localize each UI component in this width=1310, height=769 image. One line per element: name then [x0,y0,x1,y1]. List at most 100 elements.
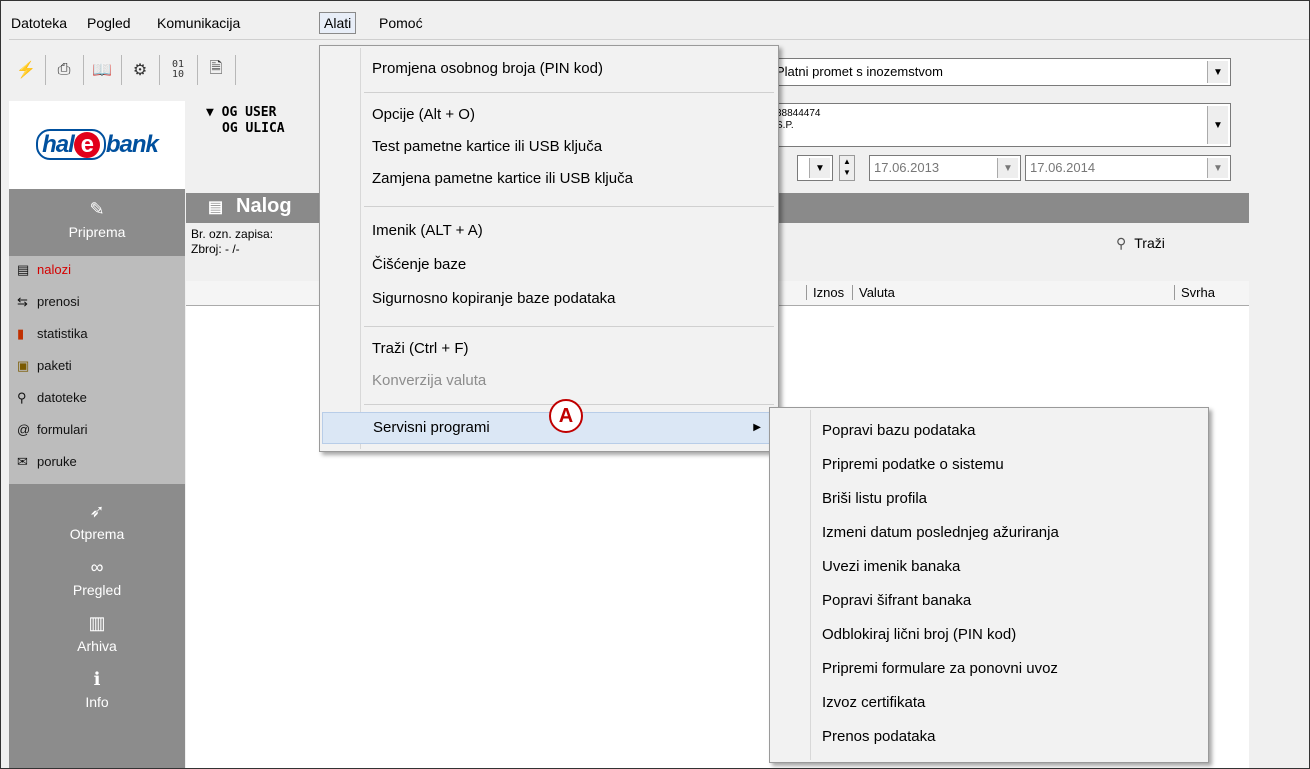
submenu-item-system-data[interactable]: Pripremi podatke o sistemu [770,450,1208,480]
menu-item-currency-conversion: Konverzija valuta [320,366,778,396]
menu-item-directory[interactable]: Imenik (ALT + A) [320,216,778,246]
column-header-valuta[interactable]: Valuta [852,285,895,300]
nav-item-poruke[interactable]: ✉ poruke [17,454,77,470]
menu-separator [364,206,774,207]
menu-item-label: Zamjena pametne kartice ili USB ključa [372,170,633,187]
search-icon: ⚲ [1116,235,1127,251]
package-icon: ▣ [17,358,30,373]
chevron-down-icon[interactable]: ▼ [1207,158,1228,178]
menu-item-clean-db[interactable]: Čišćenje baze [320,250,778,280]
logo-part-bank: bank [105,131,159,158]
record-sum-label: Zbroj: - /- [191,242,240,256]
submenu-item-prepare-forms[interactable]: Pripremi formulare za ponovni uvoz [770,654,1208,684]
service-select[interactable]: Platni promet s inozemstvom ▼ [741,58,1231,86]
menu-item-card-replace[interactable]: Zamjena pametne kartice ili USB ključa [320,164,778,194]
logo-part-hal: hal [42,131,75,158]
chevron-down-icon[interactable]: ▼ [1207,106,1228,144]
submenu-item-fix-bank-codes[interactable]: Popravi šifrant banaka [770,586,1208,616]
connect-icon[interactable]: ⚡ [13,57,39,83]
send-icon: ➶ [89,501,105,521]
menu-item-label: Uvezi imenik banaka [822,558,961,575]
menu-item-label: Servisni programi [373,419,490,436]
chevron-down-icon[interactable]: ▼ [997,158,1018,178]
menu-pogled[interactable]: Pogled [87,15,131,31]
nav-section-info[interactable]: ℹ Info [9,669,185,710]
menu-item-backup-db[interactable]: Sigurnosno kopiranje baze podataka [320,284,778,314]
account-number: 38844474 [776,108,821,119]
info-icon: ℹ [93,669,101,689]
toolbar-separator [45,55,46,85]
binary-icon[interactable]: 01 10 [165,57,191,83]
nav-item-label: prenosi [37,294,80,309]
print-icon[interactable]: ⎙ [51,57,77,83]
chevron-down-icon[interactable]: ▼ [1207,61,1228,83]
menu-komunikacija[interactable]: Komunikacija [157,15,240,31]
menu-separator [364,326,774,327]
date-from-value: 17.06.2013 [874,160,940,175]
spin-button[interactable]: ▲ ▼ [839,155,855,181]
menu-item-label: Briši listu profila [822,490,928,507]
chart-icon: ▮ [17,326,25,341]
nav-item-datoteke[interactable]: ⚲ datoteke [17,390,87,406]
toolbar-separator [235,55,236,85]
menu-item-pin-change[interactable]: Promjena osobnog broja (PIN kod) [320,54,778,84]
nav-item-prenosi[interactable]: ⇆ prenosi [17,294,80,310]
menu-item-label: Čišćenje baze [372,256,467,273]
submenu-item-export-certificates[interactable]: Izvoz certifikata [770,688,1208,718]
period-select[interactable]: ▼ [797,155,833,181]
nav-section-pregled[interactable]: ∞ Pregled [9,557,185,598]
message-icon: ✉ [17,454,28,469]
menu-item-label: Popravi bazu podataka [822,422,976,439]
column-header-iznos[interactable]: Iznos [806,285,844,300]
nav-section-priprema[interactable]: ✎ Priprema [9,199,185,240]
menu-item-label: Sigurnosno kopiranje baze podataka [372,290,616,307]
book-icon[interactable]: 📖 [89,57,115,83]
toolbar-separator [159,55,160,85]
orders-icon: ▤ [208,199,224,216]
chevron-down-icon[interactable]: ▼ [809,158,830,178]
submenu-item-change-update-date[interactable]: Izmeni datum poslednjeg ažuriranja [770,518,1208,548]
search-files-icon: ⚲ [17,390,27,405]
menu-item-label: Popravi šifrant banaka [822,592,972,609]
submenu-item-repair-db[interactable]: Popravi bazu podataka [770,416,1208,446]
nav-section-otprema[interactable]: ➶ Otprema [9,501,185,542]
menu-item-options[interactable]: Opcije (Alt + O) [320,100,778,130]
menu-datoteka[interactable]: Datoteka [11,15,67,31]
menu-pomoc[interactable]: Pomoć [379,15,423,31]
document-icon[interactable]: 🗎 [203,57,229,83]
menu-item-find[interactable]: Traži (Ctrl + F) [320,334,778,364]
nav-item-nalozi[interactable]: ▤ nalozi [17,262,71,278]
nav-section-arhiva[interactable]: ▥ Arhiva [9,613,185,654]
nav-item-label: nalozi [37,262,71,277]
menu-item-card-test[interactable]: Test pametne kartice ili USB ključa [320,132,778,162]
application-window: Datoteka Pogled Komunikacija Alati Pomoć… [0,0,1310,769]
page-title: Nalog [236,195,292,217]
date-to-field[interactable]: 17.06.2014 ▼ [1025,155,1231,181]
menu-alati[interactable]: Alati [319,12,357,34]
nav-item-paketi[interactable]: ▣ paketi [17,358,72,374]
search-button[interactable]: ⚲ Traži [1116,235,1165,252]
column-header-svrha[interactable]: Svrha [1174,285,1215,300]
nav-section-label: Pregled [72,582,122,598]
menubar-divider [9,39,1309,40]
nav-item-statistika[interactable]: ▮ statistika [17,326,88,342]
nav-item-label: formulari [37,422,88,437]
submenu-item-unblock-pin[interactable]: Odblokiraj lični broj (PIN kod) [770,620,1208,650]
submenu-item-clear-profiles[interactable]: Briši listu profila [770,484,1208,514]
hal-e-bank-logo: hal e bank [9,101,185,189]
record-meta: Br. ozn. zapisa: Zbroj: - /- [191,227,273,257]
date-from-field[interactable]: 17.06.2013 ▼ [869,155,1021,181]
menu-item-label: Opcije (Alt + O) [372,106,475,123]
nav-item-label: statistika [37,326,88,341]
nav-item-formulari[interactable]: @ formulari [17,422,88,437]
priprema-submenu: ▤ nalozi ⇆ prenosi ▮ statistika ▣ paketi ⚲ da… [9,256,185,484]
settings-icon[interactable]: ⚙ [127,57,153,83]
search-label: Traži [1134,235,1165,251]
archive-icon: ▥ [88,613,106,633]
logo-text: hal e bank [36,129,159,160]
account-select[interactable]: 38844474 S.P. ▼ [741,103,1231,147]
menu-item-label: Promjena osobnog broja (PIN kod) [372,60,603,77]
edit-icon: ✎ [89,199,105,219]
submenu-item-data-transfer[interactable]: Prenos podataka [770,722,1208,752]
submenu-item-import-bank-directory[interactable]: Uvezi imenik banaka [770,552,1208,582]
